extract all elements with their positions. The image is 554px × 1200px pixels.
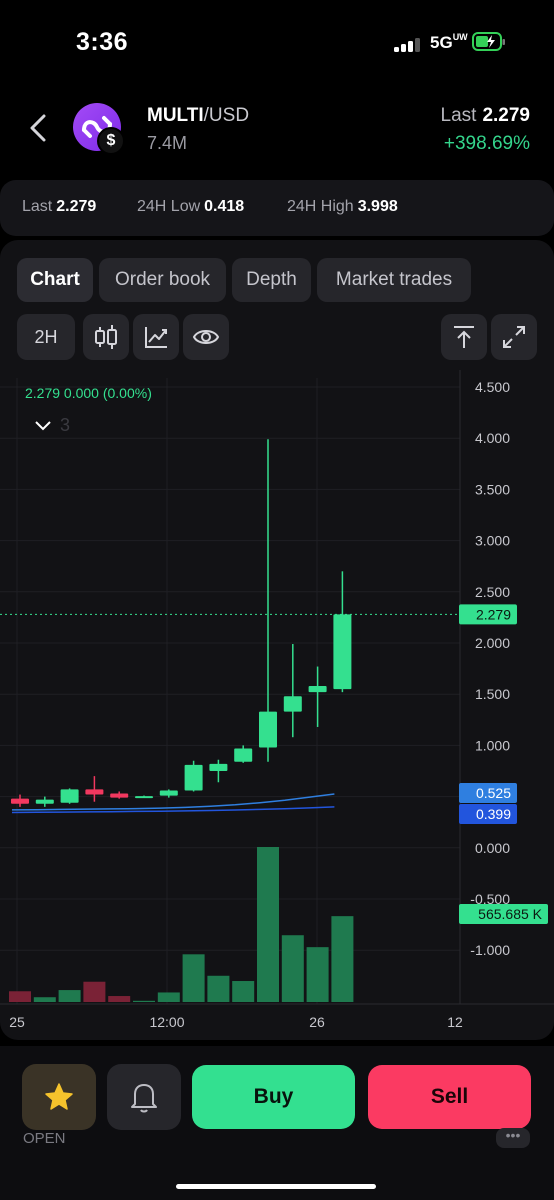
buy-button[interactable]: Buy — [192, 1065, 355, 1129]
sell-button[interactable]: Sell — [368, 1065, 531, 1129]
volume-bar — [232, 981, 255, 1002]
signal-icon — [394, 38, 424, 52]
favorite-button[interactable] — [22, 1064, 96, 1130]
price-change: +398.69% — [443, 133, 530, 154]
y-tick-label: 1.000 — [475, 737, 510, 753]
indicator-collapse-icon[interactable] — [35, 421, 51, 431]
star-icon — [45, 1083, 73, 1110]
stat-24h-high: 24H High 3.998 — [287, 198, 398, 215]
more-icon[interactable]: ••• — [496, 1128, 530, 1148]
stat-24h-low: 24H Low 0.418 — [137, 198, 245, 215]
volume-bar — [157, 992, 180, 1002]
candle-body — [333, 614, 352, 690]
volume-tag: 565.685 K — [478, 906, 542, 922]
y-tick-label: 0.000 — [475, 840, 510, 856]
volume-bar — [133, 1000, 155, 1002]
pair-header: $ MULTI/USD 7.4M Last 2.279 +398.69% — [0, 96, 554, 166]
indicator-count: 3 — [60, 415, 70, 435]
pair-name: MULTI/USD — [147, 105, 250, 126]
indicators-icon[interactable] — [133, 314, 179, 360]
interval-selector[interactable]: 2H — [17, 314, 75, 360]
volume-bar — [281, 935, 304, 1002]
network-indicator: 5GUW — [430, 32, 468, 53]
candle-body — [11, 798, 29, 804]
tab-depth[interactable]: Depth — [232, 258, 311, 302]
candle-body — [234, 748, 253, 762]
x-tick-label: 12 — [447, 1014, 463, 1030]
y-tick-label: 3.500 — [475, 481, 510, 497]
candlestick-icon[interactable] — [83, 314, 129, 360]
pair-volume: 7.4M — [147, 133, 188, 153]
candle-body — [209, 763, 228, 771]
y-tick-label: 3.000 — [475, 533, 510, 549]
volume-bar — [207, 975, 230, 1002]
status-time: 3:36 — [76, 28, 129, 56]
stats-bar: Last 2.279 24H Low 0.418 24H High 3.998 — [0, 180, 554, 236]
tab-chart[interactable]: Chart — [17, 258, 93, 302]
y-tick-label: -1.000 — [470, 942, 510, 958]
y-tick-label: 4.000 — [475, 430, 510, 446]
back-arrow-icon[interactable] — [26, 112, 50, 144]
candle-body — [60, 789, 79, 803]
ma-slow-tag: 0.399 — [476, 806, 511, 822]
open-orders-label[interactable]: OPEN — [23, 1130, 66, 1147]
candle-body — [135, 796, 153, 799]
volume-bar — [83, 981, 106, 1002]
x-tick-label: 26 — [309, 1014, 325, 1030]
y-tick-label: 4.500 — [475, 379, 510, 395]
last-price-tag: 2.279 — [476, 606, 511, 622]
volume-bar — [108, 996, 131, 1002]
home-indicator — [176, 1184, 376, 1189]
x-tick-label: 12:00 — [149, 1014, 184, 1030]
eye-icon[interactable] — [183, 314, 229, 360]
usd-badge-icon: $ — [97, 127, 125, 155]
candle-body — [159, 790, 178, 796]
status-bar: 3:36 5GUW — [0, 0, 554, 80]
y-tick-label: 2.000 — [475, 635, 510, 651]
fullscreen-icon[interactable] — [491, 314, 537, 360]
y-tick-label: 1.500 — [475, 686, 510, 702]
last-price: Last 2.279 — [440, 105, 530, 126]
battery-icon — [472, 32, 506, 51]
volume-bar — [9, 991, 31, 1002]
volume-bar — [33, 997, 56, 1002]
candle-body — [35, 799, 54, 804]
ma-fast-tag: 0.525 — [476, 785, 511, 801]
volume-bar — [306, 947, 329, 1002]
x-tick-label: 25 — [9, 1014, 25, 1030]
price-chart[interactable]: 4.500 4.000 3.500 3.000 2.500 2.000 1.500 1.000… — [0, 370, 554, 1040]
candle-body — [308, 686, 327, 693]
candle-body — [85, 789, 104, 795]
candle-body — [283, 696, 302, 712]
chart-info-line: 2.279 0.000 (0.00%) — [25, 385, 152, 401]
candle-body — [259, 711, 277, 748]
volume-bar — [58, 990, 81, 1002]
y-tick-label: 2.500 — [475, 584, 510, 600]
tab-market-trades[interactable]: Market trades — [317, 258, 471, 302]
candle-body — [184, 764, 203, 791]
candle-body — [110, 793, 129, 798]
bell-icon — [131, 1084, 157, 1113]
volume-bar — [182, 954, 205, 1002]
alert-button[interactable] — [107, 1064, 181, 1130]
share-icon[interactable] — [441, 314, 487, 360]
volume-bar — [331, 916, 354, 1002]
tab-order-book[interactable]: Order book — [99, 258, 226, 302]
volume-bar — [257, 847, 279, 1002]
stat-last: Last 2.279 — [22, 198, 97, 215]
